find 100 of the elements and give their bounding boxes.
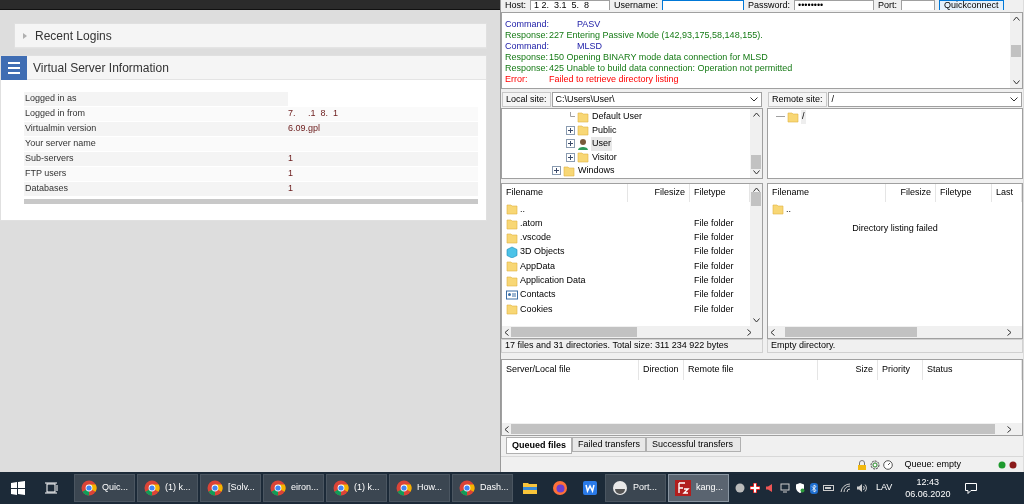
scroll-right-icon <box>747 328 752 336</box>
password-field[interactable]: •••••••• <box>794 0 875 10</box>
scroll-up-icon <box>752 187 760 193</box>
log-message: MLSD <box>576 40 602 53</box>
medical-cross-icon <box>750 483 760 493</box>
language-indicator[interactable]: LAV <box>876 481 893 495</box>
queue-status: Queue: empty <box>904 457 961 471</box>
file-name[interactable]: Contacts <box>520 288 556 302</box>
taskbar-button[interactable]: (1) k... <box>137 474 198 502</box>
column-header[interactable]: Filename <box>502 184 628 203</box>
column-header[interactable]: Filename <box>768 184 886 203</box>
folder-icon <box>787 110 799 123</box>
username-field[interactable] <box>662 0 745 10</box>
scrollbar-thumb[interactable] <box>751 192 761 207</box>
gear-icon <box>870 459 881 470</box>
folder-icon <box>522 480 538 496</box>
taskbar-button[interactable]: (1) k... <box>326 474 387 502</box>
scrollbar-thumb[interactable] <box>751 155 761 170</box>
taskbar-button[interactable]: eiron... <box>263 474 324 502</box>
queue-tab[interactable]: Queued files <box>506 437 572 455</box>
status-led-icon <box>1009 460 1017 469</box>
queue-tab[interactable]: Failed transfers <box>572 437 647 453</box>
file-type: File folder <box>693 216 734 230</box>
path-dropdown[interactable]: / <box>827 92 1022 108</box>
column-header[interactable]: Last <box>992 184 1022 203</box>
tree-item[interactable]: Public <box>591 123 618 138</box>
host-field[interactable]: 1 2. 3.1 5. 8 <box>530 0 610 10</box>
port-field[interactable] <box>901 0 936 10</box>
log-message: 227 Entering Passive Mode (142,93,175,58,148,155). <box>549 28 763 42</box>
table-cell: 1 <box>288 167 478 181</box>
scrollbar-thumb[interactable] <box>1011 44 1021 57</box>
taskbar-button[interactable]: [Solv... <box>200 474 261 502</box>
table-cell: Databases <box>24 182 288 196</box>
clock[interactable]: 12:43 06.06.2020 <box>905 476 951 500</box>
file-name[interactable]: AppData <box>520 259 556 274</box>
folder-icon <box>577 110 589 123</box>
chrome-icon <box>144 480 160 496</box>
field-label: Port: <box>878 0 898 10</box>
volume-icon <box>856 483 867 493</box>
tree-item[interactable]: Visitor <box>591 150 618 165</box>
quickconnect-button[interactable]: Quickconnect <box>939 0 1004 10</box>
file-name[interactable]: 3D Objects <box>520 245 565 259</box>
taskbar-button[interactable]: Quic... <box>74 474 135 502</box>
taskbar-button[interactable]: Dash... <box>452 474 513 502</box>
tree-item[interactable]: Windows <box>577 164 616 178</box>
chrome-icon <box>207 480 223 496</box>
column-header[interactable]: Server/Local file <box>502 360 639 381</box>
scrollbar-thumb[interactable] <box>511 424 996 435</box>
queue-tab[interactable]: Successful transfers <box>646 437 742 453</box>
fz-logo-icon <box>675 480 691 496</box>
tree-item[interactable]: User <box>591 137 612 151</box>
panel-header[interactable]: Recent Logins <box>15 24 486 48</box>
log-prefix: Command: <box>505 40 549 53</box>
w-logo-icon <box>582 480 598 496</box>
taskbar-button[interactable]: How... <box>389 474 450 502</box>
file-name[interactable]: .atom <box>520 216 543 231</box>
scroll-up-icon <box>752 112 760 118</box>
column-header[interactable]: Priority <box>878 360 923 381</box>
scrollbar-thumb[interactable] <box>785 327 918 338</box>
table-cell: Logged in as <box>24 92 288 106</box>
column-header[interactable]: Filesize <box>628 184 690 203</box>
scroll-left-icon <box>504 425 509 433</box>
file-name[interactable]: .. <box>520 202 525 216</box>
scroll-down-icon <box>752 318 760 324</box>
column-header[interactable]: Filetype <box>936 184 992 203</box>
taskbar-button[interactable]: Port... <box>605 474 666 502</box>
scroll-down-icon <box>1012 80 1020 86</box>
folder-icon <box>577 151 589 164</box>
scrollbar-thumb[interactable] <box>511 327 638 338</box>
cube-icon <box>506 246 518 259</box>
monitor-icon <box>780 483 790 493</box>
file-type: File folder <box>693 231 734 245</box>
empty-message: Directory listing failed <box>851 222 939 236</box>
log-message: 425 Unable to build data connection: Operation not permitted <box>549 62 793 75</box>
file-name[interactable]: Cookies <box>520 302 553 317</box>
table-cell: Virtualmin version <box>24 122 288 136</box>
task-view-icon <box>45 482 59 494</box>
column-header[interactable]: Size <box>818 360 878 381</box>
file-name[interactable]: .. <box>786 202 791 216</box>
file-type: File folder <box>693 259 734 273</box>
scroll-left-icon <box>504 328 509 336</box>
chrome-icon <box>81 480 97 496</box>
column-header[interactable]: Remote file <box>684 360 818 381</box>
column-header[interactable]: Filesize <box>886 184 936 203</box>
tree-item[interactable]: / <box>801 110 806 124</box>
status-text: 17 files and 31 directories. Total size: 311 234 922 bytes <box>501 339 763 354</box>
wifi-icon <box>840 483 851 493</box>
column-header[interactable]: Status <box>923 360 1022 381</box>
column-header[interactable]: Direction <box>639 360 684 381</box>
taskbar-button[interactable]: kang... <box>668 474 729 502</box>
file-name[interactable]: .vscode <box>520 231 552 245</box>
path-dropdown[interactable]: C:\Users\User\ <box>551 92 762 108</box>
field-label: Username: <box>614 0 659 10</box>
file-type: File folder <box>693 288 734 302</box>
tree-item[interactable]: Default User <box>591 110 644 124</box>
file-name[interactable]: Application Data <box>520 274 586 288</box>
log-message: Failed to retrieve directory listing <box>549 72 679 86</box>
table-cell: Your server name <box>24 137 288 151</box>
scroll-right-icon <box>1007 425 1012 433</box>
log-message: PASV <box>576 17 601 31</box>
